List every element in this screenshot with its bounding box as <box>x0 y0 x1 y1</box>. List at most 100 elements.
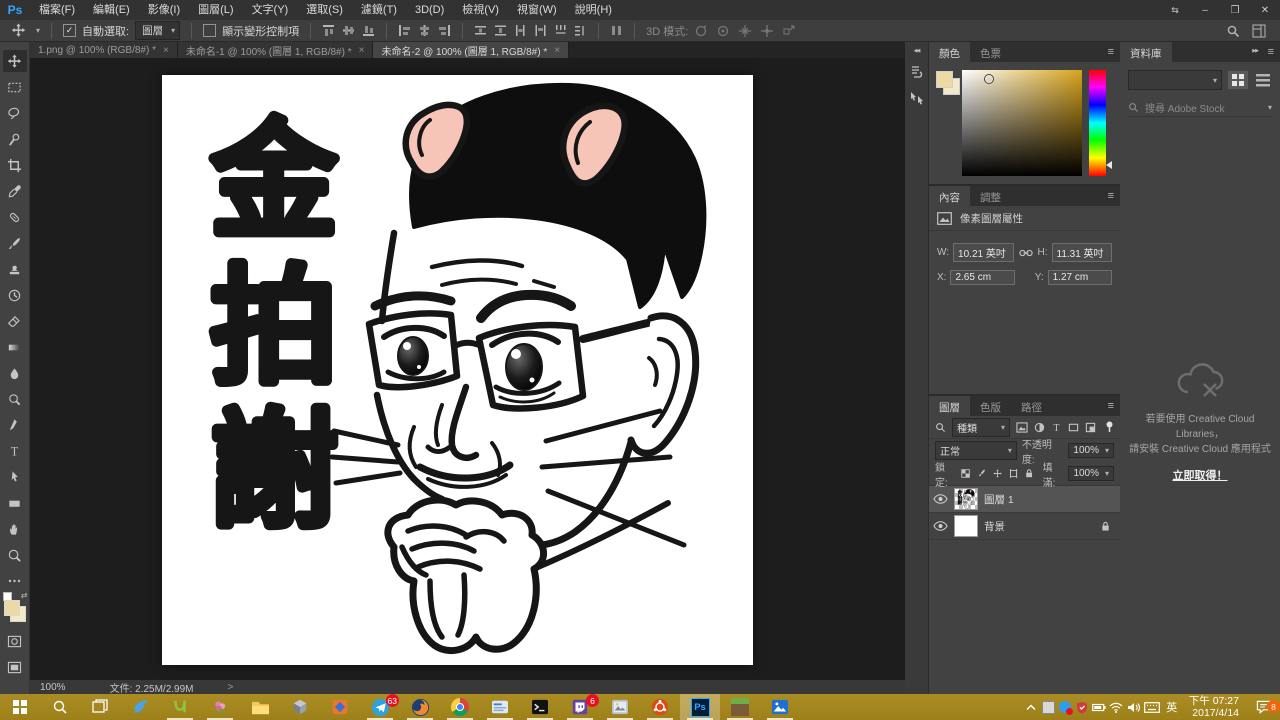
panel-menu-icon[interactable]: ≡ <box>1108 46 1114 58</box>
show-transform-checkbox[interactable]: ✓ <box>203 24 216 37</box>
3d-drag-icon[interactable] <box>738 24 752 38</box>
zoom-tool[interactable] <box>3 544 27 566</box>
align-top-icon[interactable] <box>322 24 335 37</box>
swap-colors-icon[interactable]: ⇄ <box>21 591 28 600</box>
menu-help[interactable]: 說明(H) <box>566 0 621 20</box>
lasso-tool[interactable] <box>3 102 27 124</box>
search-scope-caret[interactable]: ▾ <box>1268 103 1272 112</box>
link-dimensions-icon[interactable] <box>1019 247 1033 259</box>
orange-app-icon[interactable] <box>320 694 360 720</box>
align-left-icon[interactable] <box>398 24 411 37</box>
align-right-icon[interactable] <box>438 24 451 37</box>
distribute-bottom-icon[interactable] <box>514 24 527 37</box>
saturation-brightness-field[interactable] <box>962 70 1082 176</box>
align-bottom-icon[interactable] <box>362 24 375 37</box>
menu-edit[interactable]: 編輯(E) <box>84 0 139 20</box>
menu-image[interactable]: 影像(I) <box>139 0 189 20</box>
card-app-icon[interactable] <box>480 694 520 720</box>
width-field[interactable]: 10.21 英吋 <box>953 243 1014 262</box>
tray-keyboard-icon[interactable] <box>1142 694 1162 720</box>
tray-blue-app-icon[interactable] <box>1057 694 1074 720</box>
ubuntu-icon[interactable] <box>640 694 680 720</box>
filter-adjustment-icon[interactable] <box>1034 422 1045 433</box>
grid-view-icon[interactable] <box>1228 71 1248 89</box>
3d-rotate-icon[interactable] <box>694 24 708 38</box>
panel-fg-swatch[interactable] <box>936 71 953 88</box>
tab-libraries[interactable]: 資料庫 <box>1120 42 1172 62</box>
tab-untitled-1[interactable]: 未命名-1 @ 100% (圖層 1, RGB/8#) *× <box>178 42 374 58</box>
height-field[interactable]: 11.31 英吋 <box>1052 243 1113 262</box>
type-tool[interactable]: T <box>3 440 27 462</box>
layer-thumbnail[interactable] <box>954 515 978 537</box>
status-chevron-icon[interactable]: > <box>228 682 234 693</box>
filter-pixel-icon[interactable] <box>1016 422 1028 433</box>
photoshop-taskbar-icon[interactable]: Ps <box>680 694 720 720</box>
flower-app-icon[interactable] <box>200 694 240 720</box>
move-tool[interactable] <box>3 50 27 72</box>
menu-window[interactable]: 視窗(W) <box>508 0 566 20</box>
visibility-eye-icon[interactable] <box>933 521 948 531</box>
history-panel-icon[interactable] <box>909 64 925 80</box>
tab-adjustments[interactable]: 調整 <box>970 186 1011 206</box>
tab-close-icon[interactable]: × <box>163 45 169 56</box>
eraser-tool[interactable] <box>3 310 27 332</box>
tab-properties[interactable]: 內容 <box>929 186 970 206</box>
marquee-tool[interactable] <box>3 76 27 98</box>
3d-slide-icon[interactable] <box>760 24 774 38</box>
filter-shape-icon[interactable] <box>1068 422 1079 433</box>
minimize-button[interactable]: – <box>1190 0 1220 20</box>
lock-all-icon[interactable] <box>1025 468 1033 479</box>
panel-menu-icon[interactable]: ≡ <box>1108 400 1114 412</box>
menu-filter[interactable]: 濾鏡(T) <box>352 0 406 20</box>
action-center-button[interactable]: 8 <box>1246 700 1280 714</box>
menu-view[interactable]: 檢視(V) <box>453 0 508 20</box>
blur-tool[interactable] <box>3 362 27 384</box>
gradient-tool[interactable] <box>3 336 27 358</box>
crop-tool[interactable] <box>3 154 27 176</box>
tab-untitled-2[interactable]: 未命名-2 @ 100% (圖層 1, RGB/8#) *× <box>373 42 569 58</box>
tray-battery-icon[interactable] <box>1091 694 1108 720</box>
filter-toggle-pin-icon[interactable] <box>1105 421 1114 433</box>
screen-mode-icon[interactable] <box>3 656 27 678</box>
lock-artboard-icon[interactable] <box>1009 468 1018 479</box>
align-hcenter-icon[interactable] <box>418 24 431 37</box>
canvas-pasteboard[interactable] <box>30 58 905 680</box>
firefox-icon[interactable] <box>400 694 440 720</box>
layer-name[interactable]: 背景 <box>984 519 1005 534</box>
healing-brush-tool[interactable] <box>3 206 27 228</box>
blend-mode-dropdown[interactable]: 正常▾ <box>935 441 1017 460</box>
move-tool-badge[interactable] <box>6 20 30 42</box>
tray-wifi-icon[interactable] <box>1108 694 1125 720</box>
filter-type-icon[interactable]: T <box>1051 422 1062 433</box>
search-input[interactable]: 搜尋 Adobe Stock <box>1145 100 1262 115</box>
tab-layers[interactable]: 圖層 <box>929 396 970 416</box>
layer-name[interactable]: 圖層 1 <box>984 492 1014 507</box>
dock-collapse-chevrons[interactable]: ▶▶ <box>1252 48 1258 54</box>
distribute-left-icon[interactable] <box>534 24 547 37</box>
align-vcenter-icon[interactable] <box>342 24 355 37</box>
edit-toolbar-icon[interactable] <box>3 570 27 592</box>
tool-presets-panel-icon[interactable] <box>909 90 925 106</box>
distribute-top-icon[interactable] <box>474 24 487 37</box>
telegram-icon[interactable]: 63 <box>360 694 400 720</box>
pen-tool[interactable] <box>3 414 27 436</box>
taskbar-search-button[interactable] <box>40 694 80 720</box>
tab-close-icon[interactable]: × <box>359 45 365 56</box>
dock-expand-chevrons[interactable]: ◀◀ <box>914 48 920 54</box>
tab-1png[interactable]: 1.png @ 100% (RGB/8#) *× <box>30 42 178 58</box>
tab-close-icon[interactable]: × <box>554 45 560 56</box>
3d-scale-icon[interactable] <box>782 24 796 38</box>
lock-transparent-icon[interactable] <box>961 468 970 479</box>
workspace-switcher-icon[interactable] <box>1252 24 1266 38</box>
tray-speaker-icon[interactable] <box>1125 694 1142 720</box>
restore-button[interactable]: ❐ <box>1220 0 1250 20</box>
twitch-icon[interactable]: 6 <box>560 694 600 720</box>
gray-photos-app-icon[interactable] <box>600 694 640 720</box>
menu-layer[interactable]: 圖層(L) <box>189 0 242 20</box>
distribute-right-icon[interactable] <box>574 24 587 37</box>
chrome-icon[interactable] <box>440 694 480 720</box>
layer-thumbnail[interactable] <box>954 488 978 510</box>
x-field[interactable]: 2.65 cm <box>950 270 1014 285</box>
library-select-dropdown[interactable]: ▾ <box>1128 70 1222 90</box>
lock-paint-icon[interactable] <box>977 468 986 479</box>
